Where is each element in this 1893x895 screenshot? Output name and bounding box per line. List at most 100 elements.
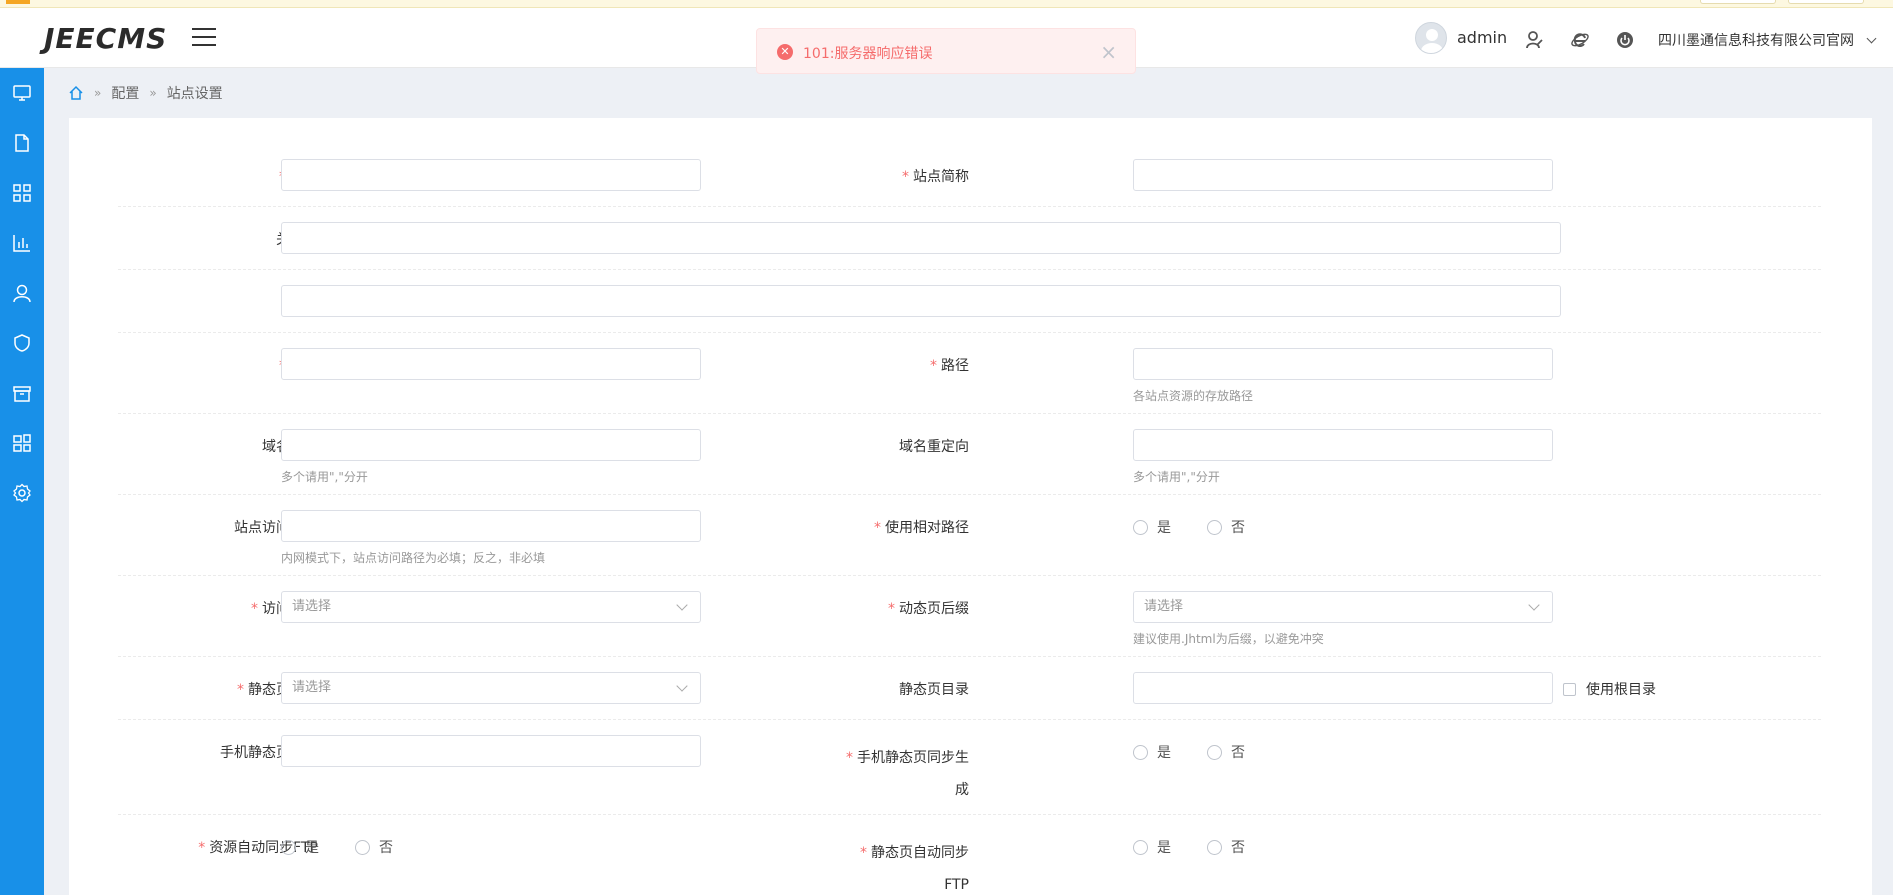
name-input[interactable] — [281, 159, 701, 191]
sidebar-item-apps[interactable] — [0, 418, 44, 468]
short-name-input[interactable] — [1133, 159, 1553, 191]
sidebar — [0, 68, 44, 895]
use-root-label: 使用根目录 — [1586, 682, 1656, 698]
radio-yes[interactable] — [1133, 519, 1148, 535]
radio-yes[interactable] — [1133, 839, 1148, 855]
relative-path-label: * 使用相对路径 — [874, 520, 969, 536]
toast-message: 101:服务器响应错误 — [803, 46, 933, 62]
error-circle-icon: ✕ — [777, 44, 793, 60]
mobile-sync-no[interactable]: 否 — [1207, 742, 1245, 762]
mobile-sync-radio-group: 是 否 — [1133, 742, 1281, 762]
chart-icon — [13, 235, 30, 252]
keywords-input[interactable] — [281, 222, 1561, 254]
chevron-down-icon — [1867, 33, 1877, 44]
grid-icon — [13, 184, 31, 202]
sidebar-item-chart[interactable] — [0, 218, 44, 268]
monitor-icon — [13, 85, 31, 101]
sidebar-item-settings[interactable] — [0, 468, 44, 518]
access-path-hint: 内网模式下，站点访问路径为必填；反之，非必填 — [281, 551, 546, 565]
dynamic-suffix-label: * 动态页后缀 — [888, 601, 969, 617]
radio-yes[interactable] — [1133, 744, 1148, 760]
form-row-ftp: * 资源自动同步FTP 是 否 * 静态页自动同步 FTP 是 否 — [118, 815, 1821, 895]
home-icon[interactable] — [68, 85, 84, 101]
domain-alias-input[interactable] — [281, 429, 701, 461]
access-path-input[interactable] — [281, 510, 701, 542]
short-name-label: * 站点简称 — [902, 169, 969, 185]
relative-path-radio-group: 是 否 — [1133, 517, 1281, 537]
domain-redirect-label: 域名重定向 — [899, 439, 969, 455]
resource-ftp-radio-group: 是 否 — [281, 837, 429, 857]
breadcrumb: » 配置 » 站点设置 — [68, 83, 223, 103]
menu-toggle-icon[interactable] — [192, 28, 216, 48]
close-icon[interactable]: × — [1100, 40, 1117, 64]
use-root-checkbox-group[interactable]: 使用根目录 — [1563, 679, 1656, 699]
form-row-domain: *域名 *路径 各站点资源的存放路径 — [118, 333, 1821, 414]
strip-button-1[interactable] — [1700, 0, 1776, 4]
breadcrumb-separator: » — [149, 86, 157, 100]
dynamic-suffix-select[interactable]: 请选择 — [1133, 591, 1553, 623]
static-suffix-select[interactable]: 请选择 — [281, 672, 701, 704]
browser-icon[interactable] — [1570, 30, 1590, 50]
sidebar-item-user[interactable] — [0, 268, 44, 318]
mobile-static-dir-input[interactable] — [281, 735, 701, 767]
resource-ftp-yes[interactable]: 是 — [281, 837, 319, 857]
error-toast: ✕ 101:服务器响应错误 × — [756, 28, 1136, 74]
breadcrumb-item-config[interactable]: 配置 — [111, 83, 139, 103]
domain-alias-hint: 多个请用","分开 — [281, 470, 368, 484]
path-input[interactable] — [1133, 348, 1553, 380]
form-row-access-path: 站点访问路径 内网模式下，站点访问路径为必填；反之，非必填 * 使用相对路径 是 … — [118, 495, 1821, 576]
sidebar-item-box[interactable] — [0, 368, 44, 418]
top-notice-strip — [0, 0, 1893, 8]
mobile-sync-label: * 手机静态页同步生成 — [846, 750, 969, 798]
sidebar-item-shield[interactable] — [0, 318, 44, 368]
site-settings-form: *名称 *站点简称 关键字 描述 *域名 *路径 各站点资源的存放路径 域名别名… — [69, 118, 1872, 895]
radio-no[interactable] — [1207, 519, 1222, 535]
breadcrumb-item-site-settings: 站点设置 — [166, 86, 223, 102]
avatar — [1415, 22, 1447, 54]
sidebar-item-grid[interactable] — [0, 168, 44, 218]
box-icon — [13, 386, 31, 402]
form-row-keywords: 关键字 — [118, 207, 1821, 270]
dynamic-suffix-hint: 建议使用.Jhtml为后缀，以避免冲突 — [1133, 632, 1324, 646]
domain-redirect-input[interactable] — [1133, 429, 1553, 461]
power-icon[interactable] — [1615, 30, 1635, 50]
strip-button-2[interactable] — [1788, 0, 1864, 4]
shield-icon — [14, 334, 30, 352]
site-link-label: 四川墨通信息科技有限公司官网 — [1658, 33, 1854, 49]
relative-path-yes[interactable]: 是 — [1133, 517, 1171, 537]
relative-path-no[interactable]: 否 — [1207, 517, 1245, 537]
form-row-mobile-static: 手机静态页目录 * 手机静态页同步生成 是 否 — [118, 720, 1821, 815]
user-icon — [13, 284, 31, 303]
form-row-description: 描述 — [118, 270, 1821, 333]
breadcrumb-separator: » — [94, 86, 102, 100]
mobile-sync-yes[interactable]: 是 — [1133, 742, 1171, 762]
user-settings-icon[interactable] — [1525, 30, 1545, 50]
domain-input[interactable] — [281, 348, 701, 380]
domain-redirect-hint: 多个请用","分开 — [1133, 470, 1220, 484]
apps-icon — [13, 434, 31, 452]
site-link-dropdown[interactable]: 四川墨通信息科技有限公司官网 — [1658, 30, 1877, 50]
resource-ftp-no[interactable]: 否 — [355, 837, 393, 857]
radio-no[interactable] — [1207, 744, 1222, 760]
notice-marker — [6, 0, 30, 4]
form-row-static-suffix: *静态页后缀 请选择 静态页目录 使用根目录 — [118, 657, 1821, 720]
use-root-checkbox[interactable] — [1563, 682, 1576, 696]
static-ftp-yes[interactable]: 是 — [1133, 837, 1171, 857]
radio-no[interactable] — [1207, 839, 1222, 855]
document-icon — [15, 134, 29, 152]
static-dir-input[interactable] — [1133, 672, 1553, 704]
description-input[interactable] — [281, 285, 1561, 317]
radio-no[interactable] — [355, 839, 370, 855]
form-row-protocol: *访问协议 请选择 *动态页后缀 请选择 建议使用.Jhtml为后缀，以避免冲突 — [118, 576, 1821, 657]
gear-icon — [13, 483, 31, 503]
sidebar-item-monitor[interactable] — [0, 68, 44, 118]
static-dir-label: 静态页目录 — [899, 682, 969, 698]
form-row-domain-alias: 域名别名 多个请用","分开 域名重定向 多个请用","分开 — [118, 414, 1821, 495]
radio-yes[interactable] — [281, 839, 296, 855]
static-ftp-radio-group: 是 否 — [1133, 837, 1281, 857]
path-label: * 路径 — [930, 358, 969, 374]
sidebar-item-document[interactable] — [0, 118, 44, 168]
form-row-name: *名称 *站点简称 — [118, 118, 1821, 207]
protocol-select[interactable]: 请选择 — [281, 591, 701, 623]
static-ftp-no[interactable]: 否 — [1207, 837, 1245, 857]
